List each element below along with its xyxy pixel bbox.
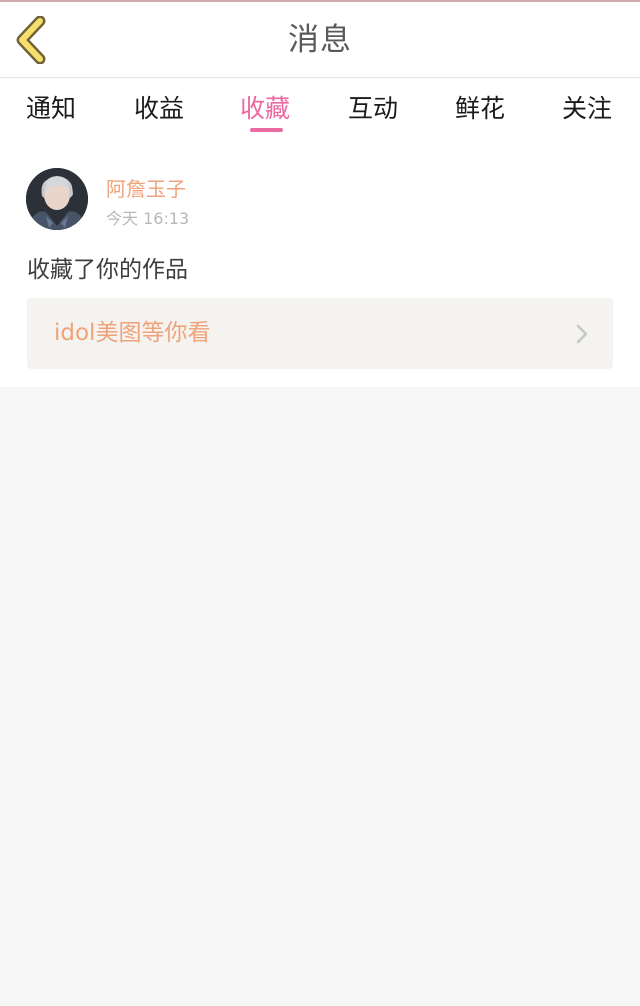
avatar-image — [26, 168, 88, 230]
messages-screen: 消息 通知 收益 收藏 互动 鲜花 关注 阿詹玉子 今天 16:13 收藏了你的… — [0, 0, 640, 1006]
header-bar: 消息 — [0, 2, 640, 78]
page-title: 消息 — [288, 22, 352, 58]
tab-bar: 通知 收益 收藏 互动 鲜花 关注 — [0, 79, 640, 139]
tab-interactions[interactable]: 互动 — [348, 89, 398, 129]
action-text: 收藏了你的作品 — [27, 257, 188, 283]
timestamp: 今天 16:13 — [106, 209, 190, 228]
work-card[interactable]: idol美图等你看 — [27, 298, 613, 369]
avatar[interactable] — [26, 168, 88, 230]
work-title: idol美图等你看 — [54, 320, 211, 346]
message-item: 阿詹玉子 今天 16:13 收藏了你的作品 idol美图等你看 — [0, 139, 640, 387]
tab-flowers[interactable]: 鲜花 — [455, 89, 505, 129]
username[interactable]: 阿詹玉子 — [106, 173, 186, 202]
back-button[interactable] — [12, 16, 56, 64]
chevron-right-icon — [576, 324, 588, 344]
tab-earnings[interactable]: 收益 — [134, 89, 184, 129]
tab-following[interactable]: 关注 — [562, 89, 612, 129]
tab-favorites[interactable]: 收藏 — [240, 89, 290, 129]
chevron-left-icon — [16, 16, 46, 64]
tab-notifications[interactable]: 通知 — [26, 89, 76, 129]
active-tab-indicator — [250, 128, 283, 132]
